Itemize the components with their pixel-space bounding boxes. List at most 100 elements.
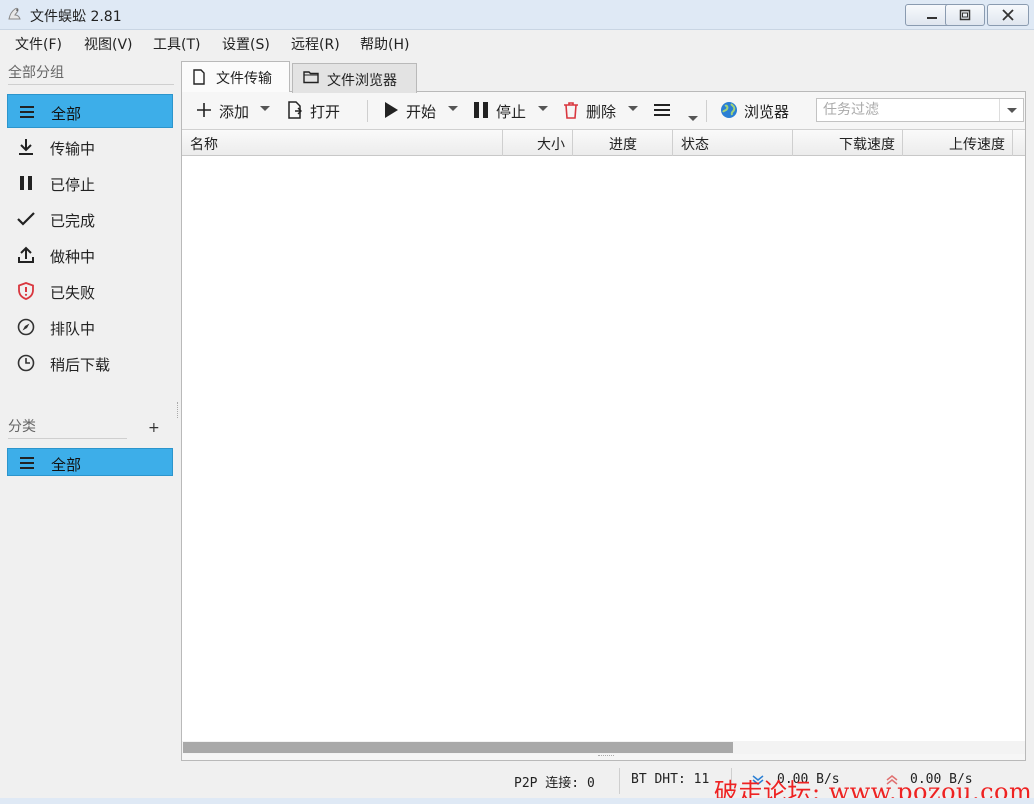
maximize-button[interactable]: [945, 4, 985, 26]
tab-label: 文件浏览器: [327, 73, 397, 89]
pause-icon: [20, 176, 32, 190]
download-icon: [19, 139, 33, 155]
add-category-button[interactable]: +: [148, 420, 160, 436]
table-header: 名称 大小 进度 状态 下载速度 上传速度: [182, 129, 1025, 156]
trash-icon: [564, 102, 578, 119]
column-size[interactable]: 大小: [503, 130, 573, 156]
maximize-icon: [959, 9, 971, 21]
more-menu-button[interactable]: [653, 100, 675, 122]
sidebar-item-stopped[interactable]: 已停止: [7, 166, 173, 200]
task-filter-input[interactable]: [817, 99, 1001, 121]
globe-icon: [721, 102, 737, 118]
column-upload-speed[interactable]: 上传速度: [903, 130, 1013, 156]
sidebar-item-label: 排队中: [50, 320, 96, 338]
compass-icon: [17, 318, 35, 336]
window-bottom-border: [0, 798, 1034, 804]
sidebar-item-downloading[interactable]: 传输中: [7, 130, 173, 164]
tab-file-browser[interactable]: 文件浏览器: [292, 63, 417, 93]
category-item-all[interactable]: 全部: [7, 448, 173, 476]
sidebar-item-label: 已停止: [50, 176, 96, 194]
open-label: 打开: [310, 103, 341, 121]
resize-grip[interactable]: [598, 755, 614, 758]
hamburger-icon: [654, 104, 670, 116]
shield-alert-icon: [18, 282, 34, 300]
menu-view[interactable]: 视图(V): [84, 34, 133, 54]
add-button[interactable]: 添加: [195, 100, 251, 122]
menu-help[interactable]: 帮助(H): [360, 34, 409, 54]
sidebar-item-later[interactable]: 稍后下载: [7, 346, 173, 380]
start-button[interactable]: 开始: [382, 100, 438, 122]
delete-button[interactable]: 删除: [562, 100, 618, 122]
open-file-icon: [288, 101, 302, 119]
sidebar-item-seeding[interactable]: 做种中: [7, 238, 173, 272]
sidebar-item-label: 全部: [51, 105, 82, 123]
tab-label: 文件传输: [216, 71, 272, 87]
column-progress[interactable]: 进度: [573, 130, 673, 156]
sidebar: 全部分组 全部 传输中 已停止 已完成 做种中 已失败 排队中 稍后下载 分类 …: [0, 56, 180, 764]
minimize-icon: [927, 17, 937, 19]
menu-bar: 文件(F) 视图(V) 工具(T) 设置(S) 远程(R) 帮助(H): [0, 30, 1034, 56]
list-icon: [20, 106, 34, 118]
sidebar-item-label: 已失败: [50, 284, 96, 302]
list-icon: [20, 457, 34, 469]
sidebar-item-failed[interactable]: 已失败: [7, 274, 173, 308]
sidebar-item-queued[interactable]: 排队中: [7, 310, 173, 344]
delete-label: 删除: [586, 103, 617, 121]
stop-dropdown-arrow[interactable]: [538, 106, 548, 111]
open-button[interactable]: 打开: [286, 100, 342, 122]
window-title: 文件蜈蚣 2.81: [30, 9, 122, 25]
menu-settings[interactable]: 设置(S): [222, 34, 270, 54]
stop-label: 停止: [496, 103, 527, 121]
browser-label: 浏览器: [744, 103, 790, 121]
add-dropdown-arrow[interactable]: [260, 106, 270, 111]
delete-dropdown-arrow[interactable]: [628, 106, 638, 111]
filter-dropdown-arrow[interactable]: [999, 99, 1023, 121]
file-icon: [193, 69, 205, 85]
start-label: 开始: [406, 103, 437, 121]
category-heading: 分类: [8, 419, 36, 435]
browser-button[interactable]: 浏览器: [720, 100, 792, 122]
close-button[interactable]: [987, 4, 1029, 26]
column-name[interactable]: 名称: [182, 130, 503, 156]
add-label: 添加: [219, 103, 250, 121]
task-filter-combobox[interactable]: [816, 98, 1024, 122]
tab-file-transfer[interactable]: 文件传输: [181, 61, 290, 92]
menu-file[interactable]: 文件(F): [15, 34, 62, 54]
p2p-connections: P2P 连接: 0: [514, 776, 595, 791]
toolbar-separator: [706, 100, 707, 122]
sidebar-item-label: 已完成: [50, 212, 96, 230]
more-dropdown-arrow[interactable]: [688, 116, 698, 121]
pause-icon: [474, 102, 488, 118]
sidebar-item-label: 稍后下载: [50, 356, 111, 374]
start-dropdown-arrow[interactable]: [448, 106, 458, 111]
sidebar-item-label: 做种中: [50, 248, 96, 266]
menu-remote[interactable]: 远程(R): [291, 34, 340, 54]
sidebar-splitter[interactable]: [177, 402, 180, 418]
clock-icon: [17, 354, 35, 372]
upload-icon: [18, 246, 34, 263]
sidebar-item-all[interactable]: 全部: [7, 94, 173, 128]
divider: [8, 84, 174, 85]
folder-icon: [303, 71, 319, 84]
divider: [8, 438, 127, 439]
stop-button[interactable]: 停止: [472, 100, 528, 122]
column-download-speed[interactable]: 下载速度: [793, 130, 903, 156]
sidebar-item-label: 传输中: [50, 140, 96, 158]
transfer-table: 名称 大小 进度 状态 下载速度 上传速度: [182, 129, 1025, 754]
bt-dht-count: BT DHT: 11: [631, 772, 710, 787]
horizontal-scrollbar[interactable]: [182, 741, 1025, 754]
check-icon: [17, 212, 35, 226]
group-heading: 全部分组: [8, 65, 64, 81]
close-icon: [1002, 9, 1014, 21]
toolbar-separator: [367, 100, 368, 122]
status-separator: [619, 768, 620, 794]
app-logo-icon: [8, 7, 21, 20]
menu-tools[interactable]: 工具(T): [153, 34, 200, 54]
title-bar: 文件蜈蚣 2.81: [0, 0, 1034, 30]
sidebar-item-completed[interactable]: 已完成: [7, 202, 173, 236]
scrollbar-thumb[interactable]: [183, 742, 733, 753]
play-icon: [385, 102, 398, 118]
column-status[interactable]: 状态: [673, 130, 793, 156]
category-item-label: 全部: [51, 456, 82, 474]
plus-icon: [197, 103, 211, 117]
